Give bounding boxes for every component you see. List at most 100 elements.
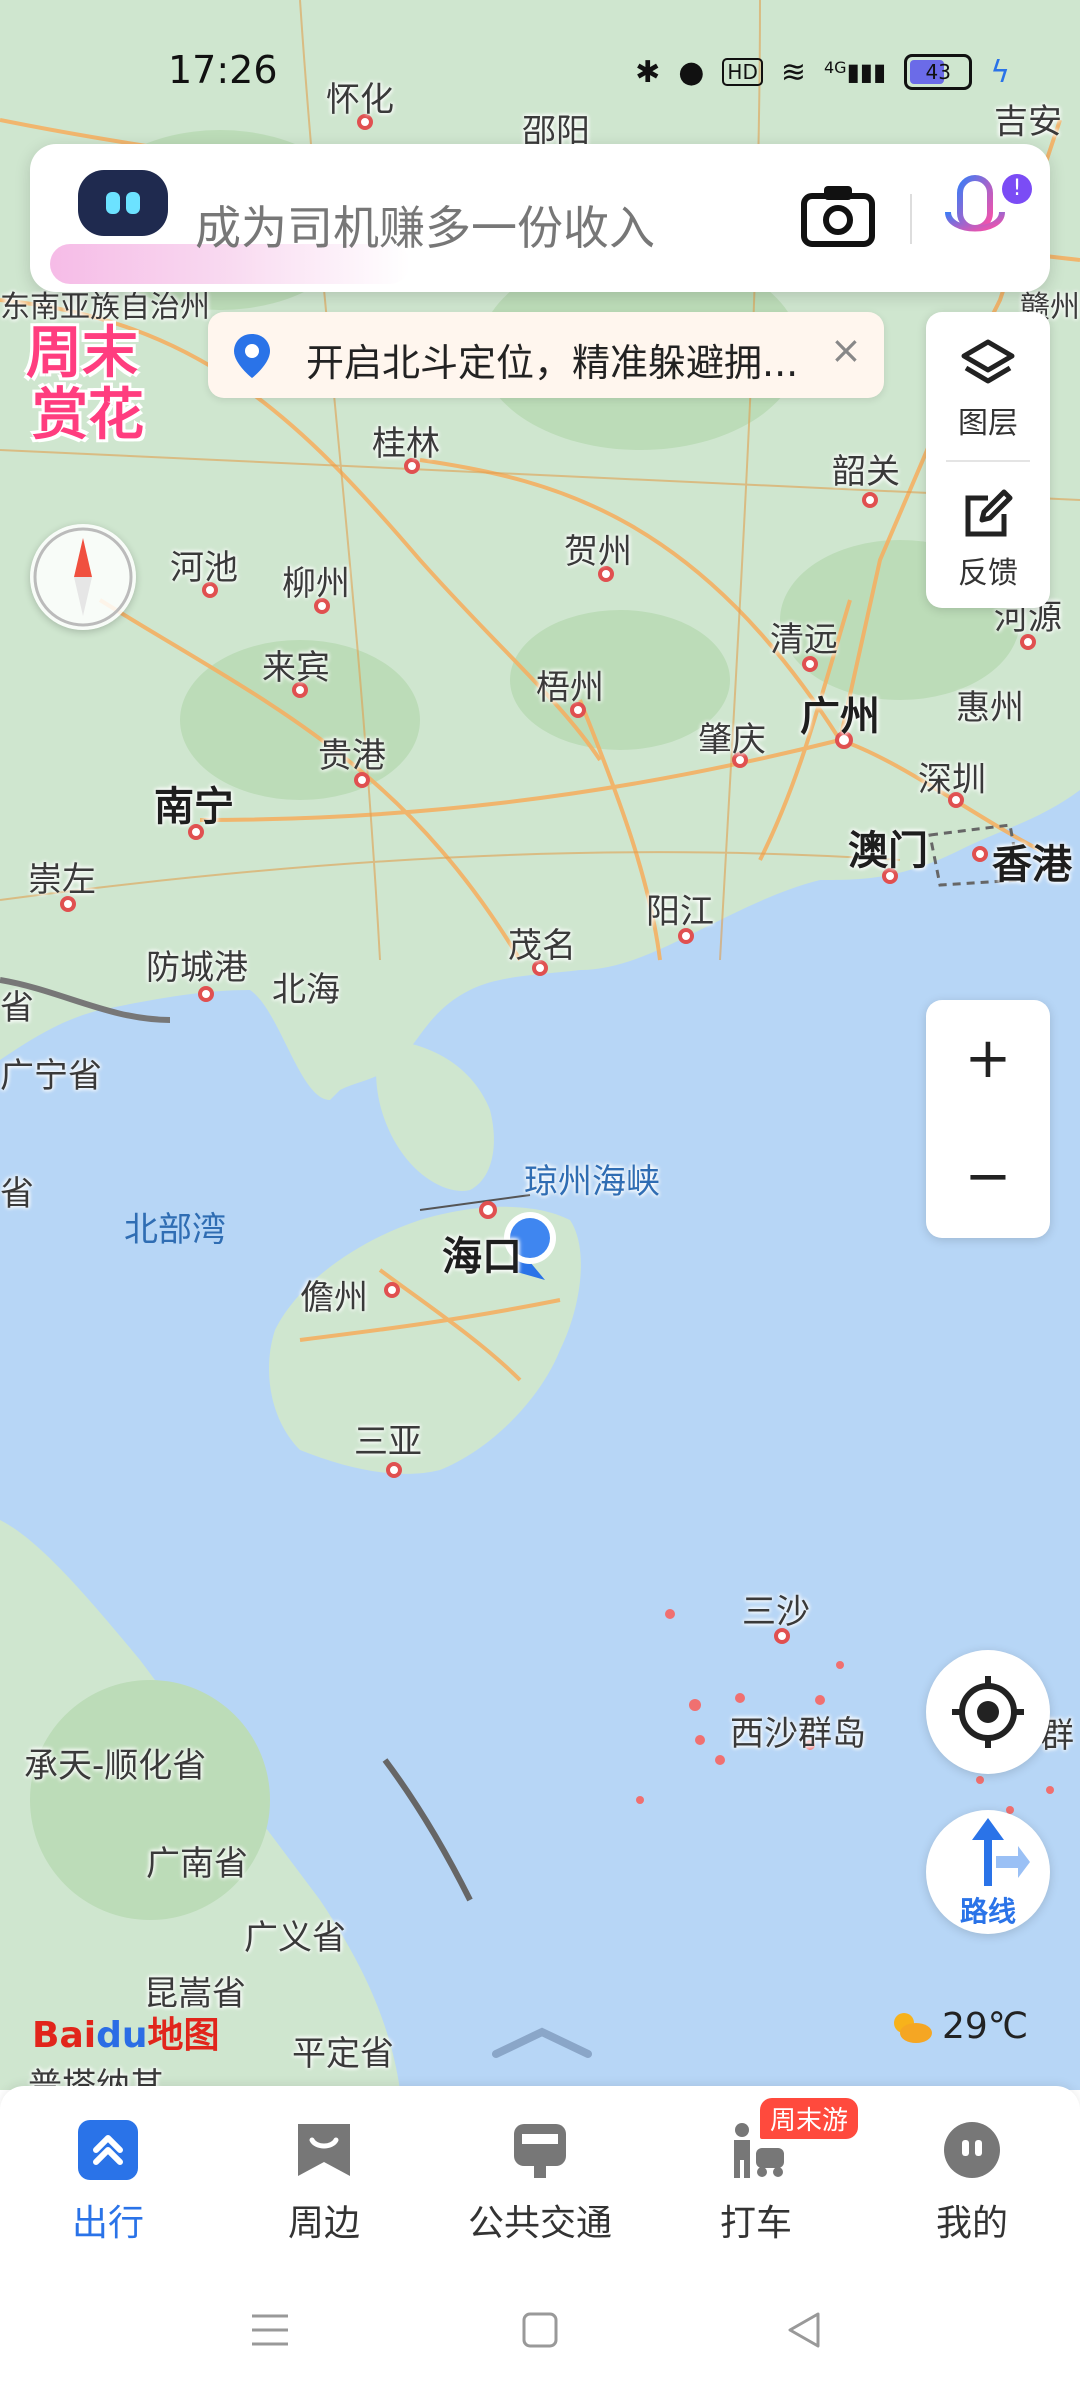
compass-button[interactable]	[30, 524, 136, 630]
zoom-out-button[interactable]: −	[926, 1118, 1050, 1236]
map-label: 广南省	[146, 1844, 248, 1884]
map-label: 省	[0, 988, 34, 1028]
tab-label: 出行	[71, 2203, 144, 2244]
back-nav-icon[interactable]	[784, 2310, 824, 2350]
map-label: 承天-顺化省	[24, 1746, 207, 1786]
map-label: 北海	[272, 970, 340, 1010]
tab-label: 周边	[287, 2203, 360, 2244]
notice-text: 开启北斗定位，精准躲避拥...	[306, 341, 799, 385]
route-button[interactable]: 路线	[926, 1810, 1050, 1934]
weekend-trip-badge: 周末游	[760, 2098, 859, 2139]
battery-level: 43	[925, 60, 951, 84]
map-label: 贺州	[564, 532, 632, 572]
logo-bai: Bai	[32, 2015, 97, 2056]
map-label: 阳江	[646, 892, 714, 932]
system-nav-bar	[0, 2266, 1080, 2400]
feedback-button[interactable]: 反馈	[926, 462, 1050, 608]
map-label: 儋州	[300, 1278, 368, 1318]
layers-icon	[961, 339, 1015, 384]
map-label: 梧州	[536, 668, 604, 708]
map-label: 平定省	[292, 2034, 394, 2074]
map-label: 琼州海峡	[524, 1162, 660, 1202]
menu-nav-icon[interactable]	[250, 2310, 290, 2350]
map-label: 韶关	[832, 452, 900, 492]
map-label: 香港	[992, 842, 1072, 888]
layers-label: 图层	[958, 406, 1018, 441]
my-location-button[interactable]	[926, 1650, 1050, 1774]
feedback-label: 反馈	[958, 556, 1018, 591]
locate-crosshair-icon	[952, 1676, 1024, 1748]
logo-map: 地图	[147, 2015, 220, 2056]
expand-handle-icon[interactable]	[492, 2024, 592, 2060]
network-type: 4G	[824, 58, 847, 77]
map-label: 清远	[770, 620, 838, 660]
tab-profile[interactable]: 我的	[864, 2106, 1080, 2256]
map-label: 广州	[800, 694, 880, 740]
tab-label: 公共交通	[467, 2203, 612, 2244]
screen: 怀化 邵阳 吉安 东南亚族自治州 赣州 桂林 韶关 河池 柳州 贺州 清远 河源…	[0, 0, 1080, 2400]
search-bar[interactable]: 成为司机赚多一份收入 !	[30, 144, 1050, 292]
status-icons: ✱ ● HD ≋ 4G▮▮▮ 43 ϟ	[635, 52, 1010, 92]
map-label: 广宁省	[0, 1056, 102, 1096]
mic-notification-badge: !	[1002, 174, 1032, 204]
map-label: 来宾	[262, 648, 330, 688]
tab-nearby[interactable]: 周边	[216, 2106, 432, 2256]
location-icon: ●	[678, 54, 705, 90]
zoom-in-button[interactable]: +	[926, 1000, 1050, 1118]
bus-icon	[514, 2124, 566, 2178]
status-time: 17:26	[168, 48, 278, 92]
hd-icon: HD	[722, 58, 763, 86]
route-arrow-icon	[972, 1818, 1030, 1886]
map-label: 肇庆	[698, 720, 766, 760]
charging-icon: ϟ	[990, 54, 1010, 90]
assistant-robot-icon[interactable]	[78, 170, 168, 236]
voice-mic-icon[interactable]	[940, 172, 1010, 260]
promo-line2: 赏花	[32, 383, 144, 448]
location-pin-icon	[234, 334, 270, 378]
weather-widget[interactable]: 29℃	[888, 2006, 1028, 2047]
compass-icon	[33, 527, 133, 627]
travel-icon	[78, 2120, 138, 2180]
home-nav-icon[interactable]	[520, 2310, 560, 2350]
weekend-flower-promo[interactable]: 周末 赏花	[22, 318, 172, 468]
map-label: 澳门	[848, 828, 928, 874]
baidu-map-logo: Baidu地图	[32, 2006, 220, 2058]
map-label: 省	[0, 1174, 34, 1214]
weather-temp: 29℃	[942, 2006, 1029, 2047]
profile-avatar-icon	[944, 2122, 1000, 2178]
bottom-tab-bar: 出行 周边 公共交通 打车 我的	[0, 2086, 1080, 2266]
logo-du: du	[96, 2015, 148, 2056]
map-label: 茂名	[508, 926, 576, 966]
route-label: 路线	[959, 1895, 1016, 1928]
tab-label: 我的	[935, 2203, 1008, 2244]
status-bar: 17:26 ✱ ● HD ≋ 4G▮▮▮ 43 ϟ	[0, 0, 1080, 140]
wifi-icon: ≋	[780, 54, 806, 90]
battery-icon: 43	[904, 54, 973, 90]
feedback-edit-icon	[965, 489, 1013, 537]
tab-label: 打车	[719, 2203, 792, 2244]
map-label: 北部湾	[124, 1210, 226, 1250]
map-label: 河池	[170, 548, 238, 588]
map-label: 海口	[442, 1234, 522, 1280]
map-label: 惠州	[956, 688, 1024, 728]
bluetooth-icon: ✱	[635, 54, 661, 90]
search-input[interactable]: 成为司机赚多一份收入	[195, 192, 655, 258]
layers-button[interactable]: 图层	[926, 312, 1050, 458]
beidou-location-notice[interactable]: 开启北斗定位，精准躲避拥... ×	[208, 312, 884, 398]
nearby-bookmark-icon	[298, 2124, 350, 2176]
map-label: 广义省	[244, 1918, 346, 1958]
close-icon[interactable]: ×	[830, 328, 862, 372]
map-label: 深圳	[918, 760, 986, 800]
promo-line1: 周末	[26, 321, 138, 386]
map-tools-panel: 图层 反馈	[926, 312, 1050, 608]
search-divider	[910, 194, 912, 244]
map-label: 南宁	[154, 784, 234, 830]
map-label: 防城港	[146, 948, 248, 988]
map-label: 三沙	[742, 1592, 810, 1632]
map-label: 崇左	[28, 860, 96, 900]
camera-icon[interactable]	[800, 182, 876, 248]
map-label: 贵港	[318, 736, 386, 776]
tab-transit[interactable]: 公共交通	[432, 2106, 648, 2256]
tab-travel[interactable]: 出行	[0, 2106, 216, 2256]
signal-icon: 4G▮▮▮	[824, 58, 887, 86]
